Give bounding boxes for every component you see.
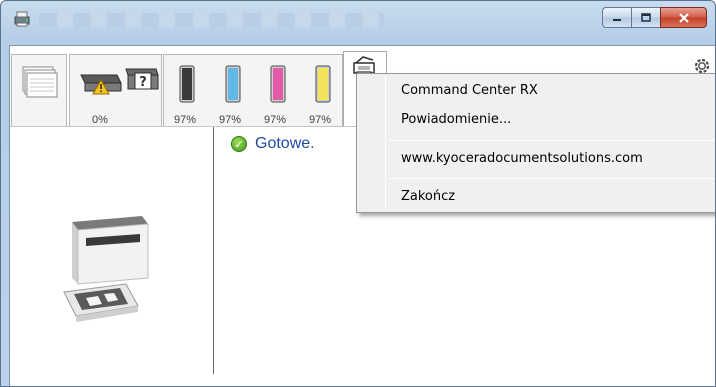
toner-black-level: 97% <box>174 114 197 126</box>
close-icon <box>678 12 689 23</box>
context-menu: Command Center RX Powiadomienie... www.k… <box>356 73 715 213</box>
menu-item-command-center[interactable]: Command Center RX <box>401 83 538 98</box>
status-monitor-window: ? 0% 97% 97% 97% 97% ✓ Gotowe. Command C… <box>0 0 716 387</box>
toner-cyan-icon <box>225 65 241 103</box>
paper-stack-icon <box>22 66 58 98</box>
maximize-icon <box>641 12 651 22</box>
toner-yellow-icon <box>315 65 331 103</box>
toner-yellow-level: 97% <box>309 114 332 126</box>
maximize-button[interactable] <box>631 7 660 28</box>
minimize-button[interactable] <box>602 7 631 28</box>
toner-cyan-level: 97% <box>219 114 242 126</box>
menu-item-website[interactable]: www.kyoceradocumentsolutions.com <box>401 151 643 166</box>
unknown-cassette-icon: ? <box>125 68 159 90</box>
toner-magenta-level: 97% <box>264 114 287 126</box>
window-title <box>39 13 384 27</box>
paper-tray-warning-icon <box>80 74 122 95</box>
tab-toner[interactable]: 97% 97% 97% 97% <box>163 54 343 126</box>
toner-magenta-icon <box>270 65 286 103</box>
menu-item-exit[interactable]: Zakończ <box>401 189 455 204</box>
menu-item-notification[interactable]: Powiadomienie... <box>401 112 511 127</box>
pane-divider[interactable] <box>213 127 214 374</box>
printer-icon <box>63 216 149 322</box>
menu-separator <box>389 178 715 179</box>
tab-paper[interactable] <box>11 54 67 126</box>
menu-separator <box>389 140 715 141</box>
status-text: Gotowe. <box>255 135 315 152</box>
close-button[interactable] <box>660 7 707 28</box>
printer-status-icon[interactable] <box>13 11 31 27</box>
toner-black-icon <box>179 65 195 103</box>
minimize-icon <box>613 18 621 21</box>
checkmark-icon: ✓ <box>231 136 247 152</box>
tray-level-label: 0% <box>92 114 108 126</box>
tab-paper-tray[interactable]: ? 0% <box>69 54 162 126</box>
menu-gutter <box>385 76 386 210</box>
title-bar[interactable] <box>1 1 715 45</box>
svg-text:?: ? <box>139 75 147 90</box>
printer-status: ✓ Gotowe. <box>231 135 315 153</box>
